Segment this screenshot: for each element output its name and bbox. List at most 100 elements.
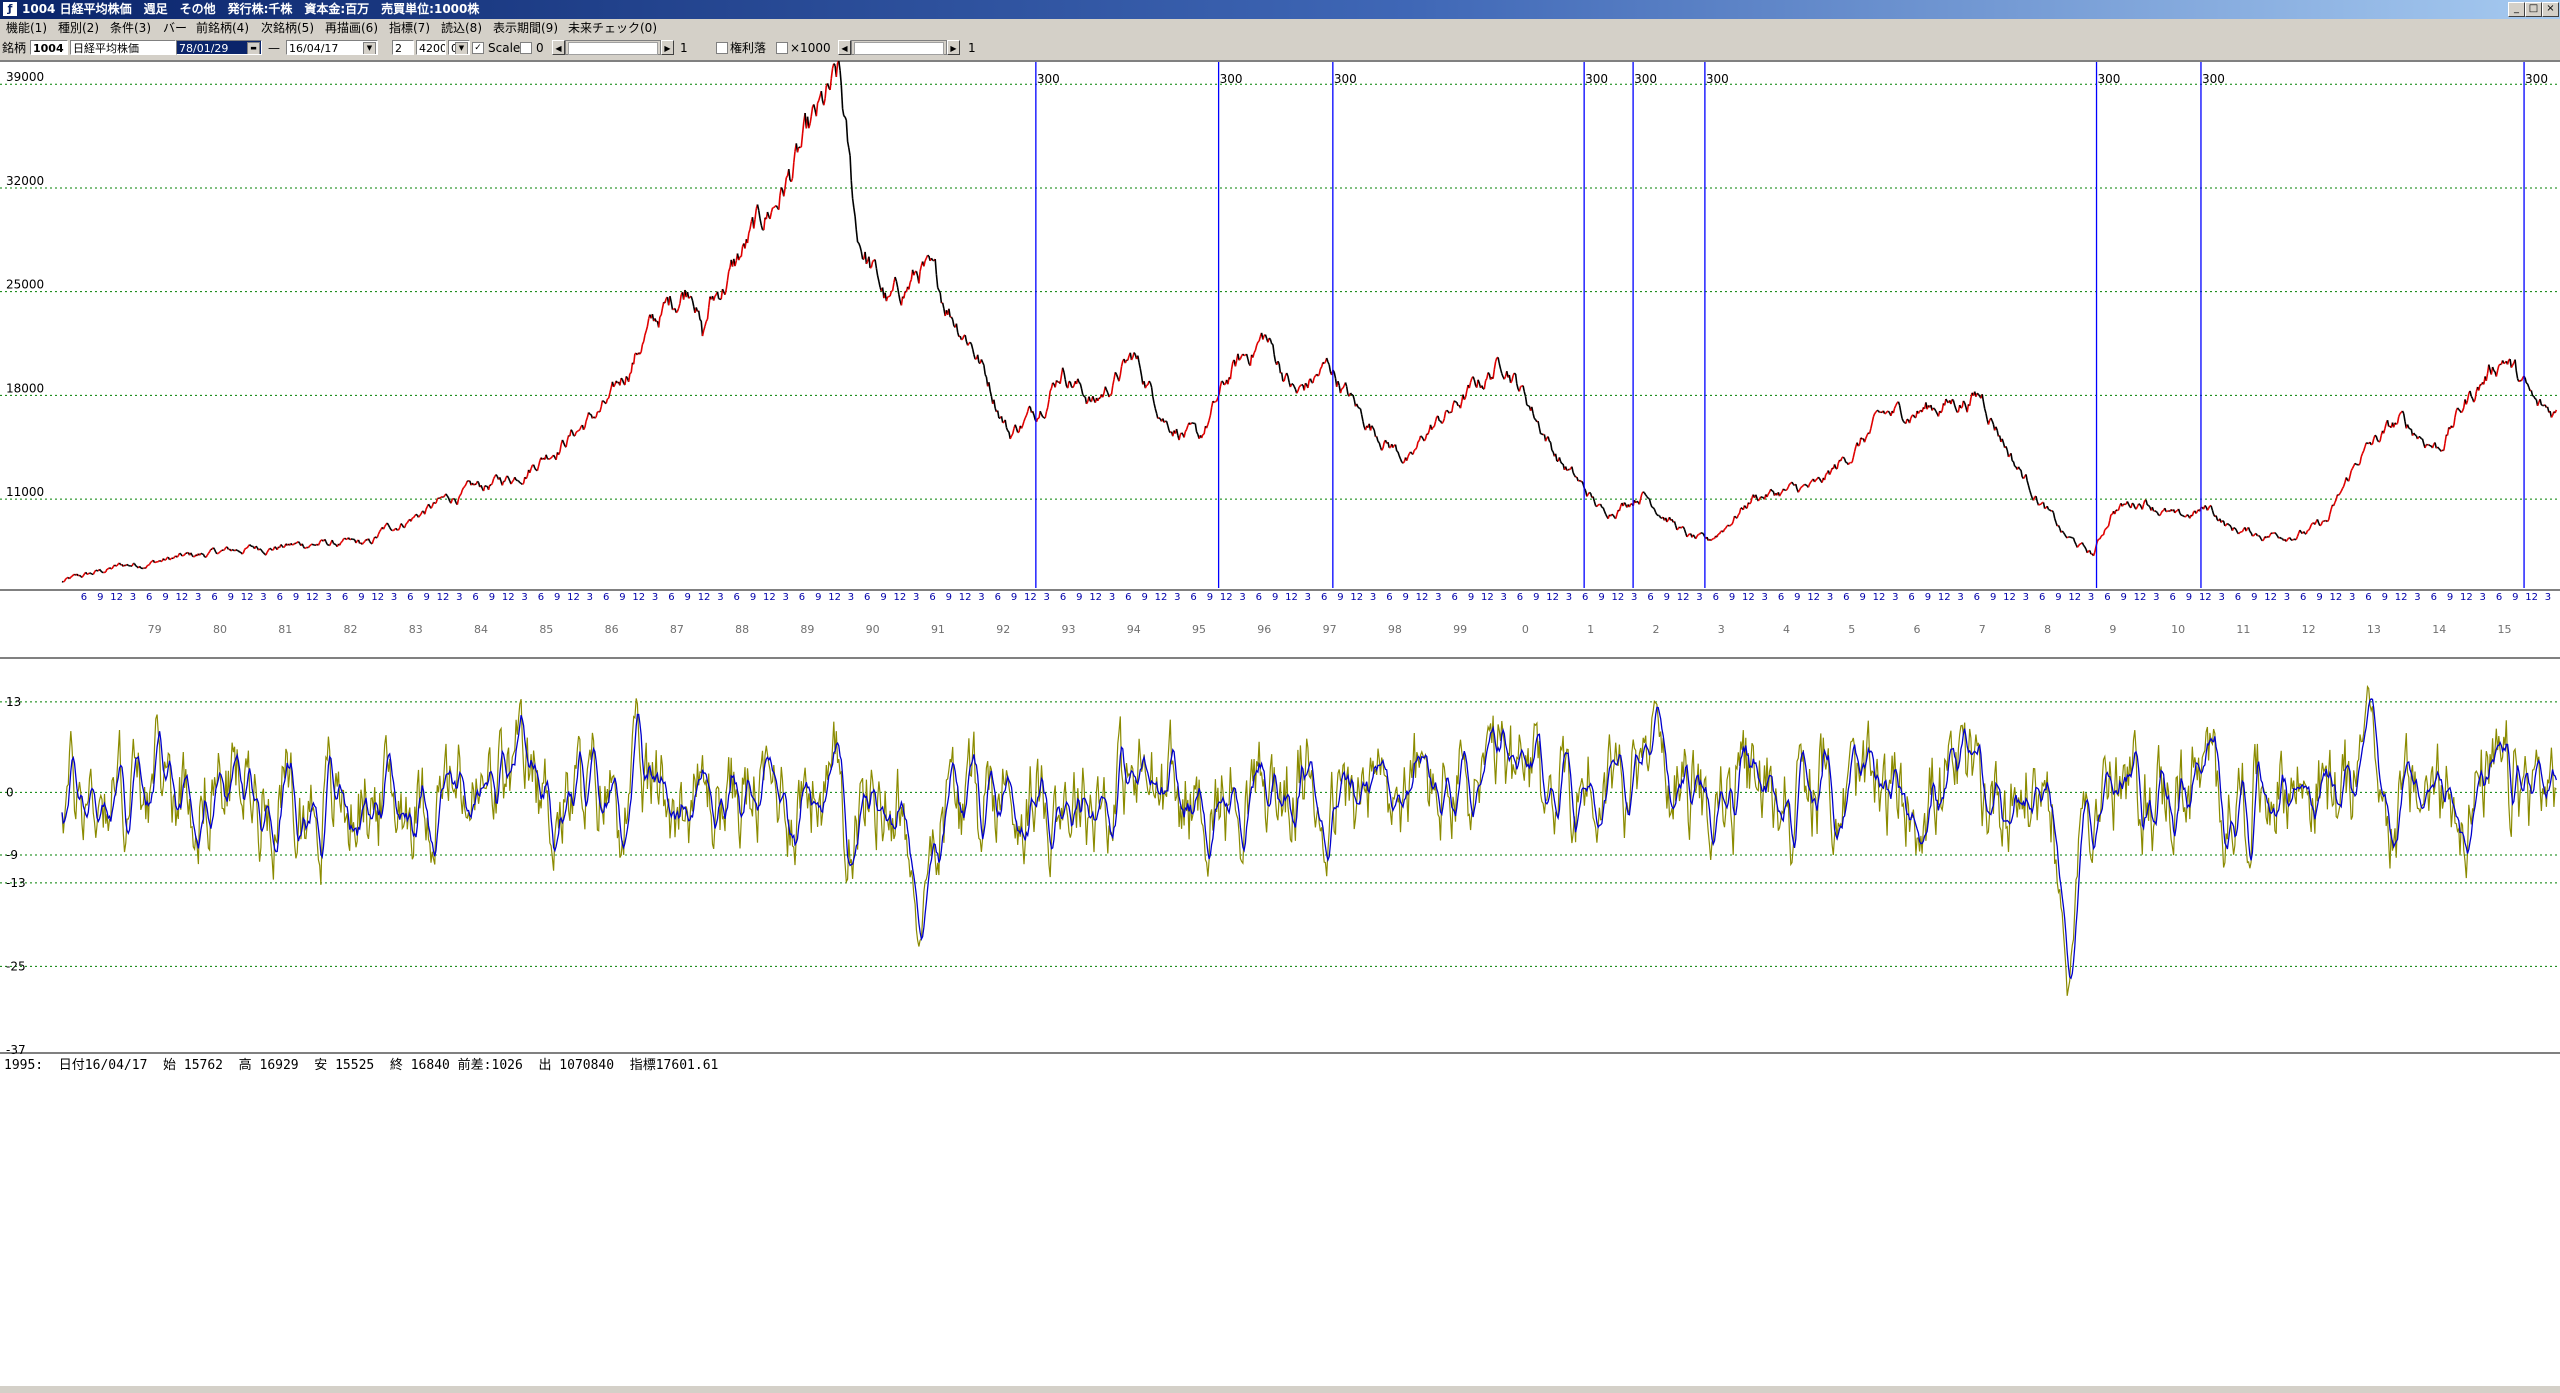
month-tick-label: 6 [1843,592,1849,603]
scroll-right-arrow-icon[interactable]: ▶ [661,40,674,55]
scroll-2-left-arrow-icon[interactable]: ◀ [838,40,851,55]
month-tick-label: 9 [1011,592,1017,603]
x1000-checkbox[interactable] [776,42,788,54]
menu-condition[interactable]: 条件(3) [110,19,151,37]
param2-input[interactable]: 4200 [416,40,446,55]
year-tick-label: 86 [605,623,619,636]
price-up-segment [1681,527,1682,528]
price-up-segment [1567,470,1568,471]
price-down-segment [270,548,271,549]
price-down-segment [1657,515,1658,516]
price-up-segment [1790,483,1791,484]
price-up-segment [83,574,84,576]
price-down-segment [602,401,603,402]
scrollbar-2-track[interactable] [851,40,947,55]
menu-bar-item[interactable]: バー [163,19,187,37]
price-up-segment [258,549,259,550]
price-up-segment [151,561,152,562]
price-down-segment [520,483,521,484]
price-down-segment [1820,479,1821,481]
menu-indicator[interactable]: 指標(7) [389,19,430,37]
year-tick-label: 4 [1783,623,1790,636]
price-up-segment [2087,551,2088,553]
price-down-segment [2019,467,2020,469]
maximize-button[interactable]: □ [2525,2,2542,17]
price-down-segment [2227,523,2228,524]
menu-prev-stock[interactable]: 前銘柄(4) [196,19,249,37]
start-date-input[interactable]: 78/01/29▬ [176,40,262,55]
month-tick-label: 12 [1155,592,1168,603]
month-tick-label: 6 [1778,592,1784,603]
month-tick-label: 6 [2496,592,2502,603]
price-up-segment [272,550,273,551]
param3-select[interactable]: 0▼ [448,40,470,55]
price-down-segment [1053,383,1054,384]
price-up-segment [512,480,513,482]
price-up-segment [283,547,284,548]
price-down-segment [928,255,929,256]
stock-code-input[interactable]: 1004 [30,40,68,55]
year-tick-label: 84 [474,623,488,636]
price-up-segment [155,562,156,563]
start-date-spin-icon[interactable]: ▬ [247,42,260,55]
end-date-dropdown-icon[interactable]: ▼ [363,42,376,55]
minimize-button[interactable]: _ [2508,2,2525,17]
menu-function[interactable]: 機能(1) [6,19,47,37]
price-down-segment [1269,338,1270,339]
menu-future-check[interactable]: 未来チェック(0) [568,19,657,37]
month-tick-label: 12 [1089,592,1102,603]
price-up-segment [147,565,148,566]
price-down-segment [2290,538,2291,540]
end-date-select[interactable]: 16/04/17▼ [286,40,378,55]
price-up-segment [105,572,106,573]
menu-next-stock[interactable]: 次銘柄(5) [261,19,314,37]
scrollbar-2-thumb[interactable] [854,42,944,55]
price-down-segment [2429,445,2430,446]
year-tick-label: 92 [996,623,1010,636]
price-up-segment [267,550,268,552]
price-down-segment [163,559,164,561]
price-up-segment [305,548,306,549]
price-up-segment [1297,391,1298,393]
price-up-segment [63,581,64,582]
price-up-segment [1781,492,1782,494]
scroll-2-right-arrow-icon[interactable]: ▶ [947,40,960,55]
price-down-segment [604,401,605,403]
rights-drop-checkbox[interactable] [716,42,728,54]
price-down-segment [454,499,455,500]
menu-load[interactable]: 読込(8) [441,19,482,37]
month-tick-label: 3 [782,592,788,603]
param1-input[interactable]: 2 [392,40,414,55]
scale-checkbox[interactable]: ✓ [472,42,484,54]
scrollbar-1-track[interactable] [565,40,661,55]
price-up-segment [2269,535,2270,537]
menu-redraw[interactable]: 再描画(6) [325,19,378,37]
price-up-segment [1125,360,1126,363]
scale-zero-checkbox[interactable] [520,42,532,54]
param3-dropdown-icon[interactable]: ▼ [455,42,468,55]
month-tick-label: 3 [2088,592,2094,603]
price-up-segment [2292,539,2293,540]
price-up-segment [678,308,679,311]
x1000-label: ×1000 [790,37,831,60]
close-button[interactable]: × [2542,2,2559,17]
price-down-segment [2494,371,2495,373]
price-up-segment [1486,379,1487,381]
price-up-segment [575,432,576,435]
month-tick-label: 3 [1957,592,1963,603]
month-tick-label: 3 [1500,592,1506,603]
price-down-segment [2085,547,2086,549]
price-up-segment [1258,341,1259,342]
month-tick-label: 6 [734,592,740,603]
price-down-segment [1488,373,1489,374]
scrollbar-1-thumb[interactable] [568,42,658,55]
stock-name-input[interactable]: 日経平均株価 [70,40,176,55]
price-down-segment [1134,353,1135,355]
price-down-segment [1549,441,1550,442]
menu-display-period[interactable]: 表示期間(9) [493,19,558,37]
menu-type[interactable]: 種別(2) [58,19,99,37]
price-down-segment [2256,534,2257,536]
price-down-segment [2082,543,2083,546]
scroll-left-arrow-icon[interactable]: ◀ [552,40,565,55]
price-down-segment [1561,462,1562,464]
